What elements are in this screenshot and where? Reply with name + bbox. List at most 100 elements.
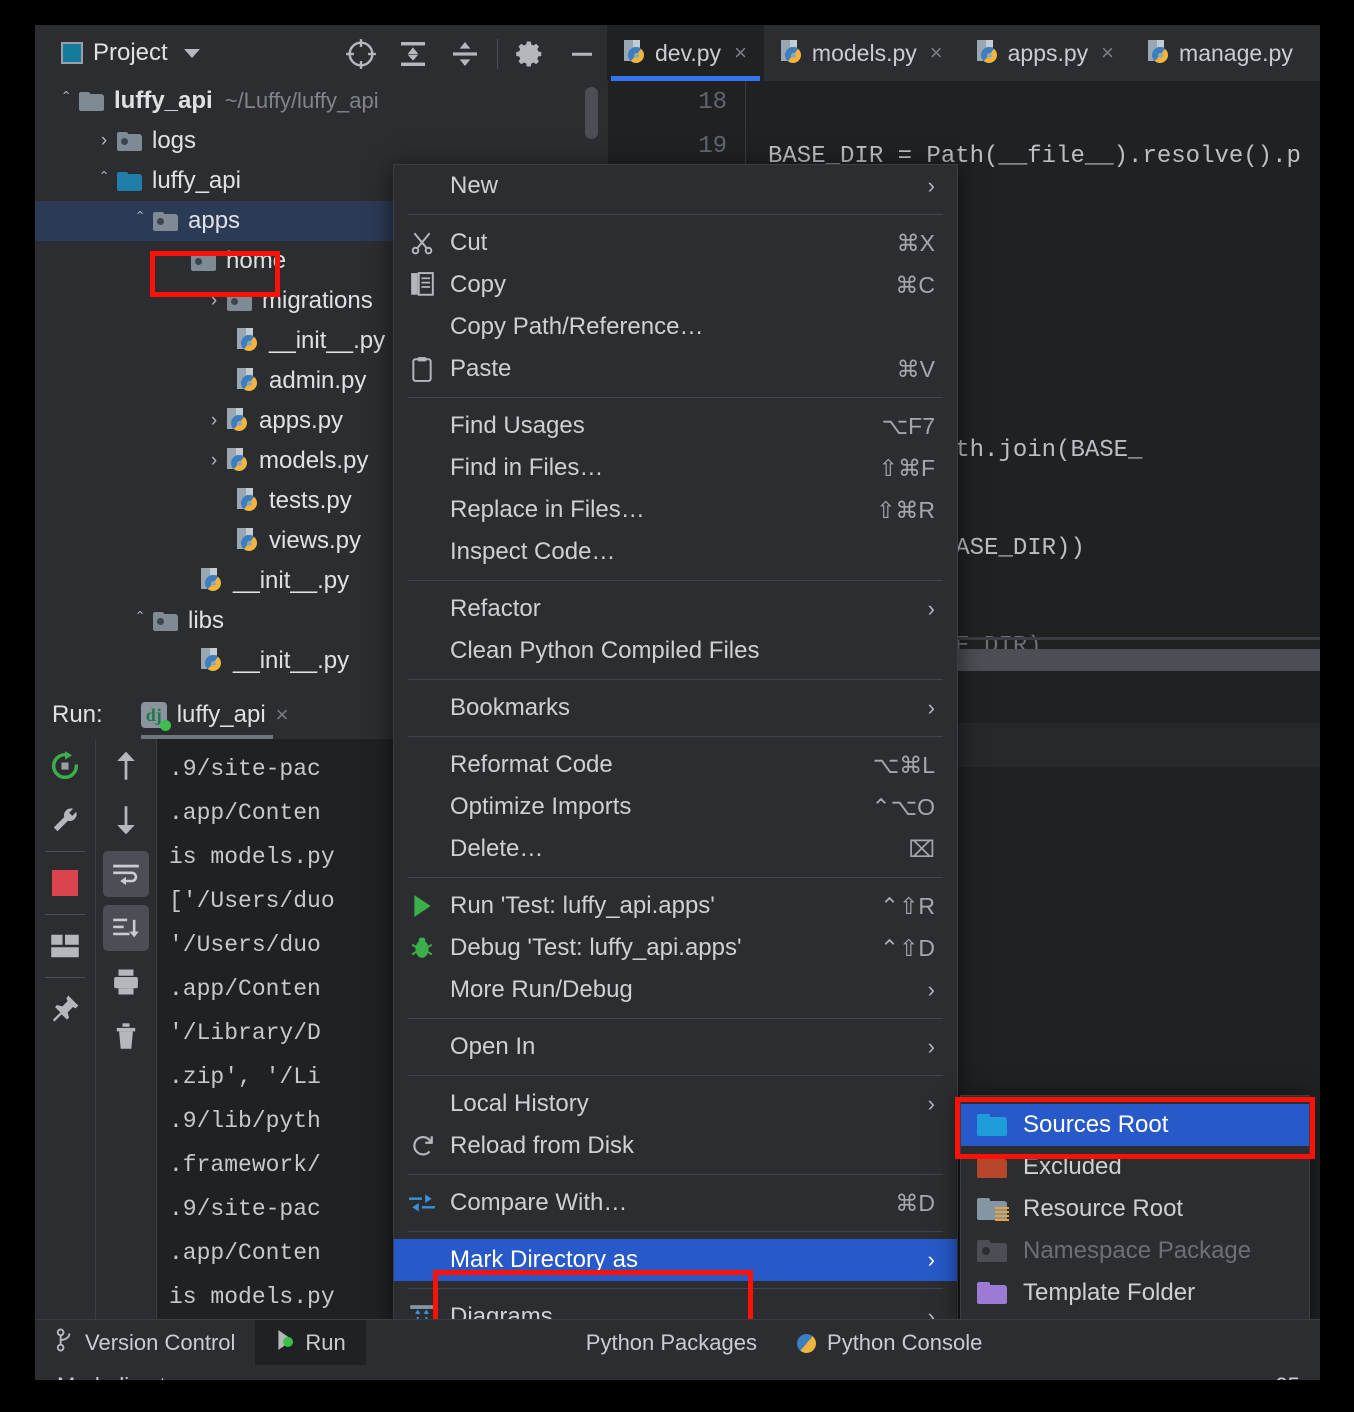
close-icon[interactable]: × (930, 40, 943, 66)
annotation-highlight-apps (150, 251, 280, 297)
down-arrow-icon[interactable] (96, 793, 156, 847)
empty-icon-slot (394, 744, 450, 786)
menu-separator (408, 214, 943, 215)
menu-item-shortcut: ⌥F7 (881, 412, 935, 439)
menu-item-compare-with[interactable]: Compare With… ⌘D (394, 1182, 957, 1224)
expand-all-icon[interactable] (387, 35, 439, 73)
menu-item-copy-path-reference[interactable]: Copy Path/Reference… (394, 306, 957, 348)
toolbar-icon-group (335, 35, 608, 73)
empty-icon-slot (394, 828, 450, 870)
menu-item-clean-python-compiled-files[interactable]: Clean Python Compiled Files (394, 630, 957, 672)
minimize-icon[interactable] (556, 35, 608, 73)
menu-item-cut[interactable]: Cut ⌘X (394, 222, 957, 264)
bottom-item-label: Python Console (827, 1330, 983, 1355)
empty-icon-slot (394, 1026, 450, 1068)
empty-icon-slot (394, 165, 450, 207)
tree-row[interactable]: › logs (35, 121, 607, 161)
chevron-down-icon[interactable]: ＾ (91, 168, 117, 195)
tree-item-label: luffy_api (114, 87, 213, 114)
close-icon[interactable]: × (734, 40, 747, 66)
chevron-down-icon[interactable]: ＾ (53, 88, 79, 115)
menu-item-bookmarks[interactable]: Bookmarks › (394, 687, 957, 729)
tree-item-label: logs (152, 127, 197, 154)
tree-row[interactable]: ＾ luffy_api ~/Luffy/luffy_api (35, 81, 607, 121)
menu-item-delete[interactable]: Delete… ⌧ (394, 828, 957, 870)
tree-item-label: __init__.py (233, 647, 350, 674)
submenu-item-label: Template Folder (1023, 1279, 1196, 1306)
gear-icon[interactable] (504, 35, 556, 73)
toolbar-divider (497, 39, 498, 69)
context-menu[interactable]: New › Cut ⌘X Copy ⌘C Copy Path/Reference… (393, 164, 958, 1339)
menu-item-refactor[interactable]: Refactor › (394, 588, 957, 630)
menu-item-local-history[interactable]: Local History › (394, 1083, 957, 1125)
bottom-item-python-console[interactable]: Python Console (777, 1320, 1002, 1366)
editor-tab[interactable]: models.py × (764, 25, 960, 81)
menu-item-more-run-debug[interactable]: More Run/Debug › (394, 969, 957, 1011)
submenu-item-template-folder[interactable]: Template Folder (961, 1272, 1309, 1314)
submenu-item-resource-root[interactable]: Resource Root (961, 1188, 1309, 1230)
chevron-right-icon[interactable]: › (201, 410, 227, 432)
menu-item-shortcut: ⇧⌘F (878, 454, 935, 481)
menu-item-shortcut: ⌃⇧R (879, 892, 935, 919)
python-file-icon (201, 648, 223, 674)
bottom-item-python-packages[interactable]: Python Packages (566, 1320, 777, 1366)
menu-item-label: Debug 'Test: luffy_api.apps' (450, 934, 742, 961)
tree-item-label: admin.py (269, 367, 367, 394)
project-tool-window-button[interactable]: Project (61, 35, 200, 71)
run-config-label: luffy_api (176, 701, 266, 728)
menu-item-open-in[interactable]: Open In › (394, 1026, 957, 1068)
up-arrow-icon[interactable] (96, 739, 156, 793)
menu-item-replace-in-files[interactable]: Replace in Files… ⇧⌘R (394, 489, 957, 531)
settings-wrench-icon[interactable] (35, 793, 95, 847)
editor-tab[interactable]: apps.py × (960, 25, 1131, 81)
chevron-right-icon[interactable]: › (91, 130, 117, 152)
close-icon[interactable]: × (1101, 40, 1114, 66)
menu-item-paste[interactable]: Paste ⌘V (394, 348, 957, 390)
tree-item-label: luffy_api (152, 167, 241, 194)
bottom-tool-window-bar: Version Control Run Python Packages Pyth… (35, 1319, 1320, 1366)
layout-icon[interactable] (35, 919, 95, 973)
locate-icon[interactable] (335, 35, 387, 73)
menu-item-reload-from-disk[interactable]: Reload from Disk (394, 1125, 957, 1167)
gutter-divider (45, 914, 85, 915)
gutter-divider (45, 851, 85, 852)
collapse-all-icon[interactable] (439, 35, 491, 73)
menu-item-label: Find in Files… (450, 454, 604, 481)
chevron-down-icon[interactable]: ＾ (127, 208, 153, 235)
pin-icon[interactable] (35, 982, 95, 1036)
menu-item-optimize-imports[interactable]: Optimize Imports ⌃⌥O (394, 786, 957, 828)
menu-item-new[interactable]: New › (394, 165, 957, 207)
menu-item-run-test[interactable]: Run 'Test: luffy_api.apps' ⌃⇧R (394, 885, 957, 927)
menu-item-label: Find Usages (450, 412, 585, 439)
chevron-right-icon: › (927, 173, 935, 198)
menu-item-shortcut: ⌃⇧D (879, 934, 935, 961)
trash-icon[interactable] (96, 1009, 156, 1063)
bottom-item-version-control[interactable]: Version Control (35, 1320, 255, 1366)
menu-item-reformat-code[interactable]: Reformat Code ⌥⌘L (394, 744, 957, 786)
chevron-down-icon[interactable] (183, 48, 200, 58)
close-icon[interactable]: × (276, 702, 289, 728)
line-number: 18 (698, 89, 727, 116)
submenu-item-label: Resource Root (1023, 1195, 1184, 1222)
soft-wrap-icon[interactable] (96, 847, 156, 901)
bottom-item-run[interactable]: Run (255, 1320, 366, 1366)
menu-item-find-usages[interactable]: Find Usages ⌥F7 (394, 405, 957, 447)
rerun-icon[interactable] (35, 739, 95, 793)
menu-item-copy[interactable]: Copy ⌘C (394, 264, 957, 306)
chevron-right-icon[interactable]: › (201, 450, 227, 472)
status-message: Mark directory as a sources ro (57, 1373, 353, 1380)
menu-separator (408, 736, 943, 737)
menu-item-shortcut: ⌘C (895, 271, 935, 298)
scroll-to-end-icon[interactable] (96, 901, 156, 955)
menu-item-debug-test[interactable]: Debug 'Test: luffy_api.apps' ⌃⇧D (394, 927, 957, 969)
menu-item-find-in-files[interactable]: Find in Files… ⇧⌘F (394, 447, 957, 489)
print-icon[interactable] (96, 955, 156, 1009)
submenu-item-namespace-package: Namespace Package (961, 1230, 1309, 1272)
editor-tab[interactable]: dev.py × (607, 25, 764, 81)
chevron-down-icon[interactable]: ＾ (127, 608, 153, 635)
menu-item-inspect-code[interactable]: Inspect Code… (394, 531, 957, 573)
stop-icon[interactable] (35, 856, 95, 910)
run-configuration-tab[interactable]: dj luffy_api × (140, 691, 289, 739)
editor-tab[interactable]: manage.py (1131, 25, 1310, 81)
chevron-right-icon: › (927, 977, 935, 1002)
